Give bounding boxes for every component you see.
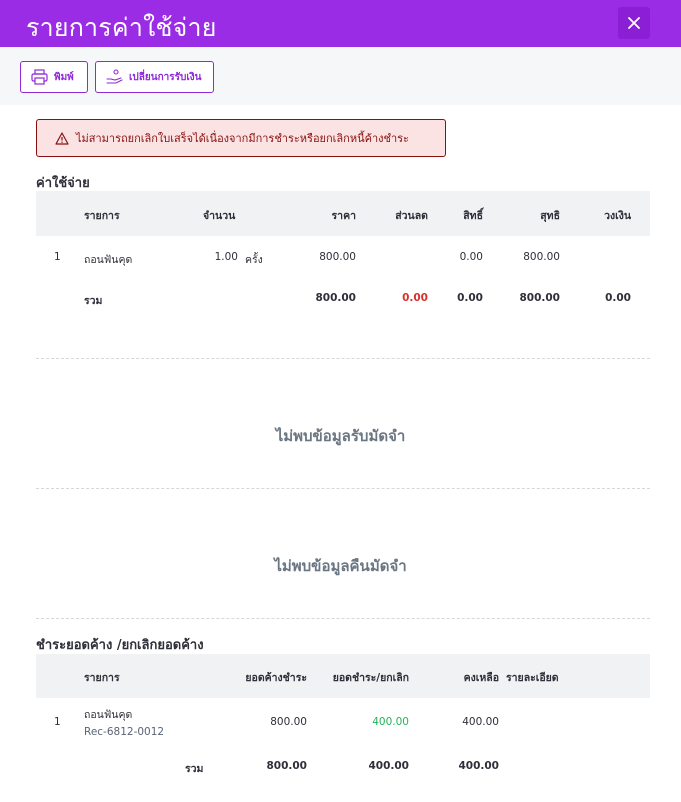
table-row-owed: 800.00 <box>270 716 307 728</box>
col-limit: วงเงิน <box>604 210 631 222</box>
total-discount: 0.00 <box>402 292 428 304</box>
total-label: รวม <box>185 763 204 775</box>
divider <box>36 488 650 489</box>
refund-empty-message: ไม่พบข้อมูลคืนมัดจำ <box>274 557 407 575</box>
table-row-paid: 400.00 <box>372 716 409 728</box>
total-rights: 0.00 <box>457 292 483 304</box>
table-row-price: 800.00 <box>319 251 356 263</box>
table-row-rights: 0.00 <box>459 251 483 263</box>
hand-coin-icon <box>106 69 123 84</box>
col-detail: รายละเอียด <box>506 672 559 684</box>
total-price: 800.00 <box>315 292 356 304</box>
col-net: สุทธิ <box>540 210 560 222</box>
close-button[interactable] <box>618 7 650 39</box>
col-owed: ยอดค้างชำระ <box>245 672 307 684</box>
col-item: รายการ <box>84 672 120 684</box>
outstanding-title: ชำระยอดค้าง /ยกเลิกยอดค้าง <box>36 638 204 653</box>
printer-icon <box>31 69 48 85</box>
col-remaining: คงเหลือ <box>463 672 499 684</box>
alert-message: ไม่สามารถยกเลิกใบเสร็จได้เนื่องจากมีการช… <box>76 132 409 145</box>
table-row-index: 1 <box>54 716 61 728</box>
col-paid: ยอดชำระ/ยกเลิก <box>332 672 409 684</box>
table-row-remaining: 400.00 <box>462 716 499 728</box>
close-icon <box>628 17 640 29</box>
table-row-ref: Rec-6812-0012 <box>84 726 165 738</box>
divider <box>36 358 650 359</box>
modal-title: รายการค่าใช้จ่าย <box>26 13 217 42</box>
table-row-item: ถอนฟันคุด <box>84 709 133 721</box>
col-price: ราคา <box>331 210 356 222</box>
col-discount: ส่วนลด <box>395 210 428 222</box>
col-item: รายการ <box>84 210 120 222</box>
toolbar: พิมพ์ เปลี่ยนการรับเงิน <box>0 47 681 105</box>
change-payment-label: เปลี่ยนการรับเงิน <box>129 71 202 83</box>
table-row-net: 800.00 <box>523 251 560 263</box>
table-row-item: ถอนฟันคุด <box>84 254 133 266</box>
print-button[interactable]: พิมพ์ <box>20 61 88 93</box>
total-net: 800.00 <box>519 292 560 304</box>
table-row-qty: 1.00 <box>214 251 238 263</box>
table-row-unit: ครั้ง <box>245 254 263 266</box>
total-label: รวม <box>84 295 103 307</box>
col-qty: จำนวน <box>203 210 236 222</box>
change-payment-button[interactable]: เปลี่ยนการรับเงิน <box>95 61 214 93</box>
total-limit: 0.00 <box>605 292 631 304</box>
col-rights: สิทธิ์ <box>463 210 483 222</box>
expenses-title: ค่าใช้จ่าย <box>36 176 90 191</box>
total-remaining: 400.00 <box>458 760 499 772</box>
print-button-label: พิมพ์ <box>54 71 74 83</box>
total-owed: 800.00 <box>266 760 307 772</box>
error-alert: ไม่สามารถยกเลิกใบเสร็จได้เนื่องจากมีการช… <box>36 119 446 157</box>
divider <box>36 618 650 619</box>
total-paid: 400.00 <box>368 760 409 772</box>
modal-header: รายการค่าใช้จ่าย <box>0 0 681 47</box>
warning-icon <box>55 131 69 145</box>
deposit-empty-message: ไม่พบข้อมูลรับมัดจำ <box>275 427 406 445</box>
table-row-index: 1 <box>54 251 61 263</box>
